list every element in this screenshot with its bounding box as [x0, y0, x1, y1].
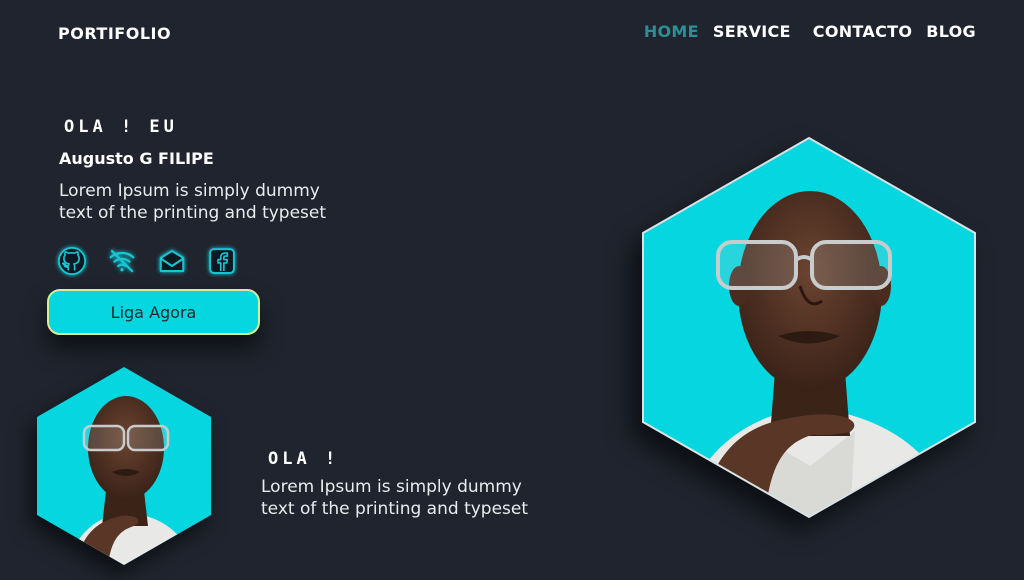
- hero-portrait: [640, 136, 978, 519]
- nav-home[interactable]: HOME: [644, 22, 699, 41]
- nav-contacto[interactable]: CONTACTO: [813, 22, 912, 41]
- wifi-icon: [109, 249, 135, 273]
- hero-name: Augusto G FILIPE: [59, 149, 214, 168]
- facebook-link[interactable]: [206, 245, 238, 277]
- hero-greeting: OLA ! EU: [64, 117, 178, 137]
- secondary-portrait: [36, 366, 212, 566]
- social-links: [56, 245, 238, 277]
- logo[interactable]: PORTIFOLIO: [58, 24, 171, 43]
- nav-service[interactable]: SERVICE: [713, 22, 791, 41]
- portrait-image-small: [37, 367, 211, 565]
- mail-icon: [159, 250, 185, 272]
- portrait-image: [642, 136, 976, 519]
- github-link[interactable]: [56, 245, 88, 277]
- hero-description: Lorem Ipsum is simply dummy text of the …: [59, 181, 327, 223]
- github-icon: [58, 247, 86, 275]
- facebook-icon: [209, 248, 235, 274]
- section-description: Lorem Ipsum is simply dummy text of the …: [261, 477, 529, 519]
- main-nav: HOME SERVICE CONTACTO BLOG: [644, 22, 976, 41]
- section-greeting: OLA !: [268, 449, 340, 469]
- nav-blog[interactable]: BLOG: [926, 22, 976, 41]
- liga-agora-button[interactable]: Liga Agora: [47, 289, 260, 335]
- mail-link[interactable]: [156, 245, 188, 277]
- wifi-link[interactable]: [106, 245, 138, 277]
